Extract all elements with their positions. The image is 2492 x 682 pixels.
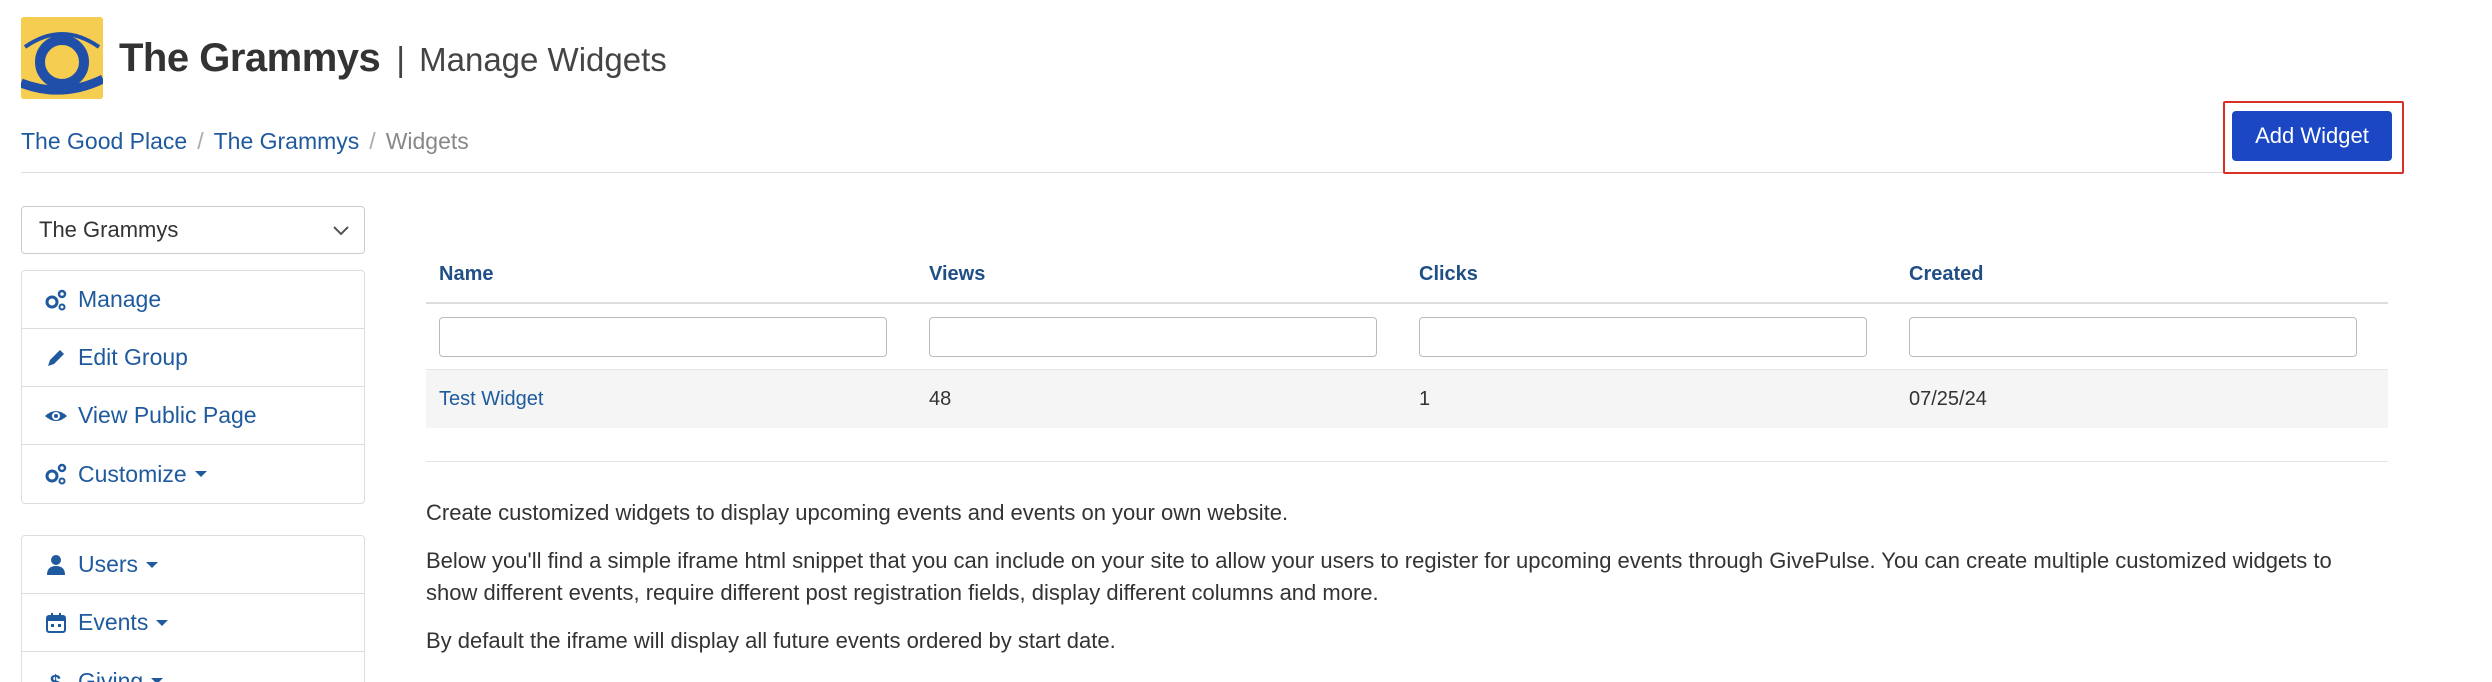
filter-name-input[interactable] [439, 316, 887, 357]
filter-clicks-input[interactable] [1419, 316, 1867, 357]
group-logo[interactable] [21, 17, 103, 99]
sidebar-item-label: Events [78, 609, 149, 635]
table-filter-row [426, 304, 2388, 370]
gears-icon [44, 288, 68, 312]
svg-text:$: $ [50, 672, 61, 682]
sidebar-item-label: Manage [78, 286, 162, 312]
sidebar-item-users[interactable]: Users [22, 536, 364, 594]
caret-down-icon [194, 471, 207, 477]
sidebar-item-customize[interactable]: Customize [22, 445, 364, 503]
breadcrumb-divider: / [369, 128, 376, 154]
chevron-down-icon [333, 226, 349, 236]
sidebar-primary-menu: Manage Edit Group View Public Page Custo… [21, 270, 365, 504]
filter-created-input[interactable] [1909, 316, 2357, 357]
group-select[interactable]: The Grammys [21, 206, 365, 254]
gears-icon [44, 462, 68, 486]
group-select-value: The Grammys [39, 217, 179, 242]
widget-created: 07/25/24 [1909, 387, 1987, 410]
sidebar-item-label: Users [78, 551, 139, 577]
filter-cell [1896, 316, 2386, 357]
description-paragraph: Below you'll find a simple iframe html s… [426, 548, 2332, 605]
sidebar-item-view-public-page[interactable]: View Public Page [22, 387, 364, 445]
sidebar-item-label: Edit Group [78, 344, 188, 370]
breadcrumb-grammys[interactable]: The Grammys [214, 128, 360, 155]
breadcrumb-divider: / [197, 128, 204, 154]
widget-description: Create customized widgets to display upc… [426, 497, 2388, 673]
column-header-created[interactable]: Created [1896, 263, 2386, 286]
header-divider [21, 172, 2397, 173]
sidebar-secondary-menu: Users Events $ Giving [21, 535, 365, 682]
filter-views-input[interactable] [929, 316, 1377, 357]
widgets-table: Name Views Clicks Created Test Widget 48… [426, 246, 2388, 428]
sidebar-item-giving[interactable]: $ Giving [22, 652, 364, 682]
widget-clicks: 1 [1419, 387, 1431, 410]
widget-views: 48 [929, 387, 952, 410]
filter-cell [916, 316, 1406, 357]
column-header-name[interactable]: Name [426, 263, 916, 286]
column-header-views[interactable]: Views [916, 263, 1406, 286]
column-header-clicks[interactable]: Clicks [1406, 263, 1896, 286]
dollar-icon: $ [44, 669, 68, 682]
caret-down-icon [146, 561, 159, 568]
user-icon [44, 553, 68, 577]
page-subtitle: Manage Widgets [419, 40, 667, 78]
eye-icon [44, 404, 68, 428]
org-name: The Grammys [119, 35, 381, 80]
breadcrumb-good-place[interactable]: The Good Place [21, 128, 187, 155]
widget-name-link[interactable]: Test Widget [426, 388, 916, 411]
table-header: Name Views Clicks Created [426, 246, 2388, 304]
add-widget-button[interactable]: Add Widget [2232, 111, 2392, 161]
sidebar-item-events[interactable]: Events [22, 594, 364, 652]
page: The Grammys | Manage Widgets The Good Pl… [0, 0, 2492, 682]
breadcrumb-current: Widgets [385, 128, 469, 154]
sidebar-item-manage[interactable]: Manage [22, 271, 364, 329]
page-title: The Grammys | Manage Widgets [119, 36, 667, 81]
title-separator: | [396, 40, 406, 79]
filter-cell [1406, 316, 1896, 357]
sidebar-item-edit-group[interactable]: Edit Group [22, 329, 364, 387]
description-paragraph: Create customized widgets to display upc… [426, 500, 1289, 525]
sidebar-item-label: View Public Page [78, 402, 257, 428]
filter-cell [426, 316, 916, 357]
sidebar-item-label: Giving [78, 667, 144, 682]
content-divider [426, 461, 2388, 462]
description-paragraph: By default the iframe will display all f… [426, 628, 1116, 653]
pencil-icon [44, 346, 68, 370]
logo-ring-icon [21, 17, 103, 99]
breadcrumb: The Good Place / The Grammys / Widgets [21, 128, 469, 155]
caret-down-icon [156, 619, 169, 626]
caret-down-icon [151, 678, 164, 682]
sidebar-item-label: Customize [78, 460, 187, 487]
page-header: The Grammys | Manage Widgets [21, 16, 667, 100]
calendar-icon [44, 611, 68, 635]
table-row: Test Widget 48 1 07/25/24 [426, 370, 2388, 428]
